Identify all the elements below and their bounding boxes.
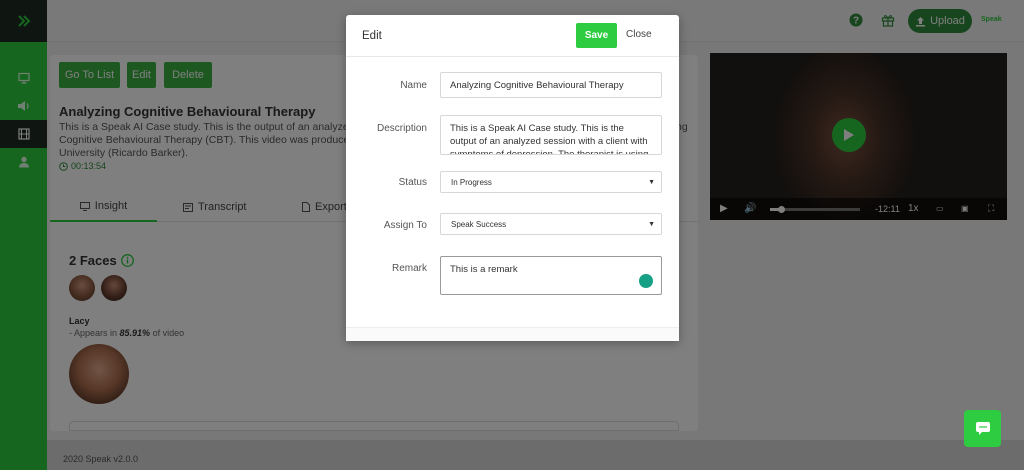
assign-value: Speak Success — [451, 219, 507, 229]
assign-label: Assign To — [383, 220, 427, 231]
chat-icon — [975, 422, 990, 435]
edit-modal: Edit Save Close Name Analyzing Cognitive… — [346, 15, 679, 341]
description-field[interactable]: This is a Speak AI Case study. This is t… — [440, 115, 662, 155]
remark-value: This is a remark — [450, 264, 518, 275]
modal-footer — [346, 327, 679, 341]
status-select[interactable]: In Progress ▼ — [440, 171, 662, 193]
modal-header: Edit Save Close — [346, 15, 679, 57]
save-button[interactable]: Save — [576, 23, 617, 48]
assign-select[interactable]: Speak Success ▼ — [440, 213, 662, 235]
description-label: Description — [376, 123, 427, 134]
close-button[interactable]: Close — [626, 29, 652, 40]
name-field[interactable]: Analyzing Cognitive Behavioural Therapy — [440, 72, 662, 98]
name-label: Name — [400, 80, 427, 91]
status-value: In Progress — [451, 177, 492, 187]
status-label: Status — [398, 177, 427, 188]
remark-field[interactable]: This is a remark — [440, 256, 662, 295]
chat-button[interactable] — [964, 410, 1001, 447]
remark-label: Remark — [391, 263, 427, 274]
modal-title: Edit — [362, 30, 382, 42]
grammar-check-icon[interactable] — [639, 274, 653, 288]
caret-down-icon: ▼ — [648, 179, 655, 186]
caret-down-icon: ▼ — [648, 221, 655, 228]
